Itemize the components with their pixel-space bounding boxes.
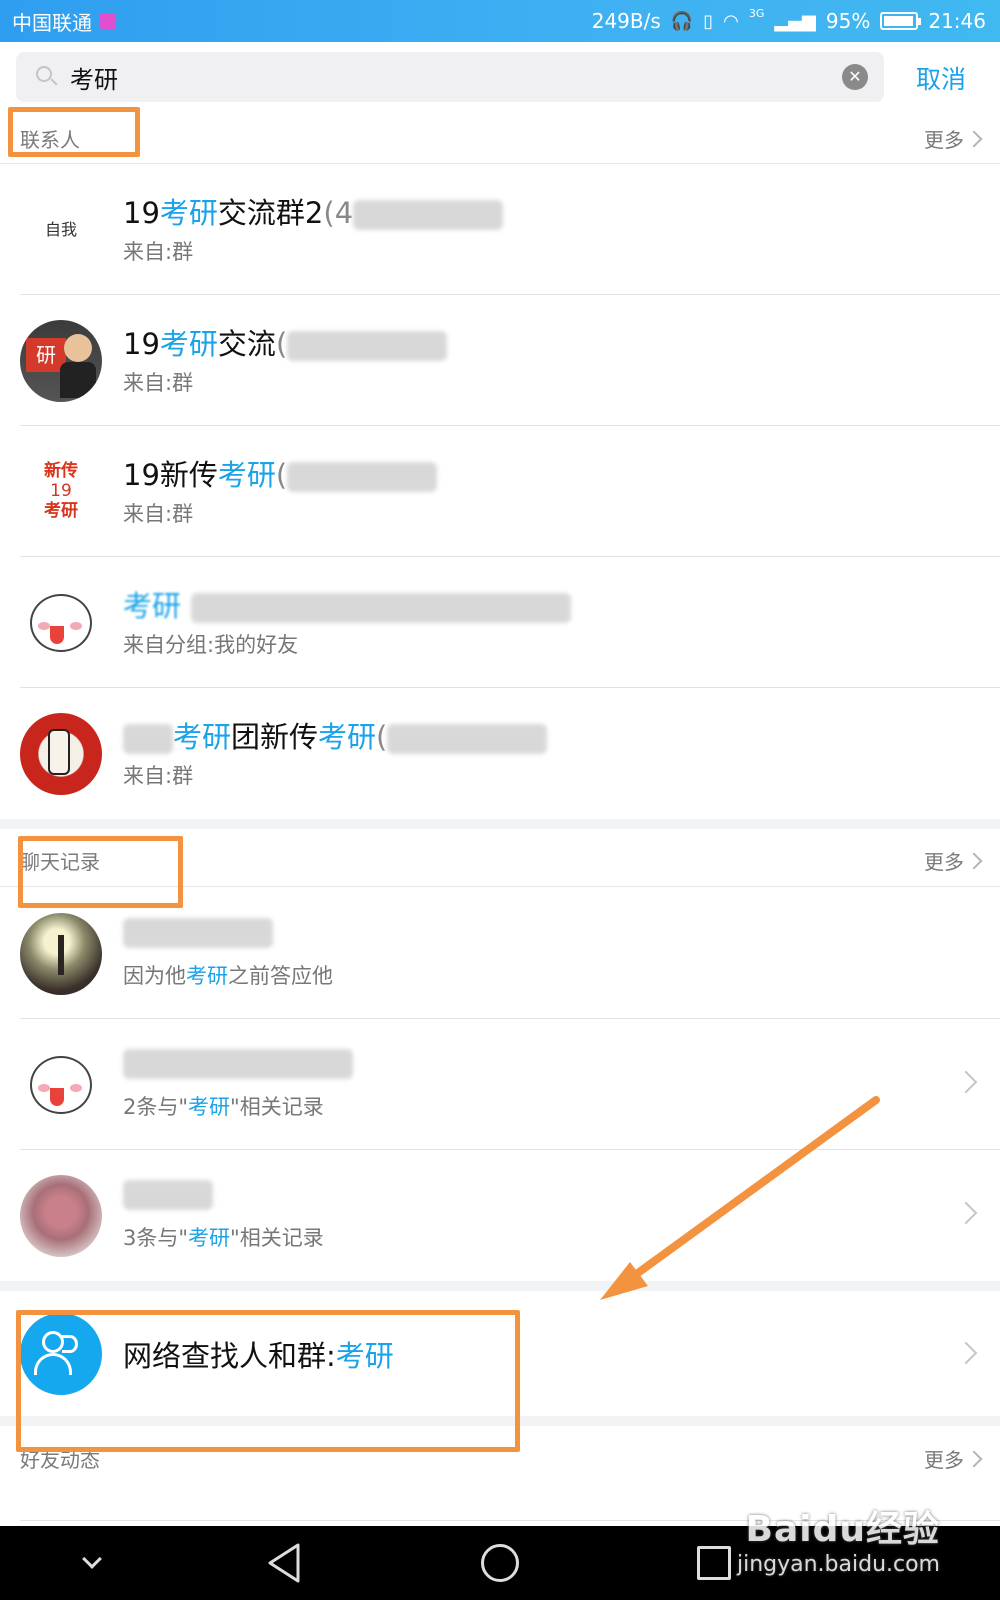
search-input[interactable]	[70, 63, 810, 91]
contact-name: 考研	[123, 583, 572, 625]
recent-apps-button[interactable]	[692, 1526, 736, 1600]
redacted-text	[287, 462, 438, 492]
back-button[interactable]	[262, 1526, 306, 1600]
redacted-text	[353, 200, 504, 230]
chat-snippet: 因为他考研之前答应他	[123, 964, 333, 988]
contact-row[interactable]: 新传 19 考研 19新传考研( 来自:群	[0, 426, 1000, 557]
contact-avatar	[20, 913, 102, 995]
redacted-text	[123, 724, 173, 754]
chat-name	[123, 1045, 353, 1079]
friends-more-link[interactable]: 更多	[924, 1444, 983, 1473]
redacted-text	[123, 1180, 213, 1210]
annotation-arrow	[600, 1096, 880, 1300]
chat-name	[123, 914, 273, 948]
baidu-watermark: Baidu经验 jingyan.baidu.com	[737, 1500, 940, 1577]
contact-source: 来自:群	[123, 240, 194, 264]
chevron-right-icon	[965, 852, 983, 869]
group-avatar: 自我	[20, 189, 102, 271]
contact-name: 考研团新传考研(	[123, 714, 548, 756]
chat-more-link[interactable]: 更多	[924, 846, 983, 875]
wifi-icon: ◠	[723, 10, 739, 32]
carrier-label: 中国联通	[12, 10, 92, 35]
more-label: 更多	[924, 128, 964, 152]
group-avatar	[20, 713, 102, 795]
contact-source: 来自:群	[123, 764, 194, 788]
chevron-right-icon	[954, 1341, 978, 1365]
search-box[interactable]: ✕	[16, 52, 884, 102]
redacted-text	[387, 724, 548, 754]
cancel-button[interactable]: 取消	[916, 60, 966, 96]
clock: 21:46	[928, 9, 986, 33]
battery-icon	[880, 12, 922, 30]
network-type: 3G	[748, 6, 765, 20]
contact-name: 19考研交流(	[123, 321, 448, 363]
chevron-right-icon	[954, 1070, 978, 1094]
chat-snippet: 2条与"考研"相关记录	[123, 1095, 324, 1119]
chevron-right-icon	[965, 1450, 983, 1467]
signal-icon: ▂▄▆	[774, 10, 816, 32]
watermark-brand: Baidu经验	[745, 1509, 940, 1550]
contact-source: 来自分组:我的好友	[123, 633, 299, 657]
more-label: 更多	[924, 850, 964, 874]
contact-avatar	[20, 1175, 102, 1257]
redacted-text	[287, 331, 448, 361]
clear-search-icon[interactable]: ✕	[842, 64, 868, 90]
contacts-section-header: 联系人 更多	[0, 110, 1000, 164]
annotation-box-chat	[18, 836, 183, 908]
watermark-url: jingyan.baidu.com	[736, 1552, 940, 1577]
group-avatar: 新传 19 考研	[20, 451, 102, 533]
friend-avatar	[20, 582, 102, 664]
annotation-box-network-search	[16, 1310, 520, 1452]
annotation-box-contacts	[8, 107, 140, 157]
contacts-more-link[interactable]: 更多	[924, 124, 983, 153]
chevron-right-icon	[965, 130, 983, 147]
chat-snippet: 3条与"考研"相关记录	[123, 1226, 324, 1250]
search-icon	[34, 64, 60, 90]
chevron-right-icon	[954, 1201, 978, 1225]
vibrate-icon: ▯	[703, 10, 714, 32]
status-bar: 中国联通 249B/s 🎧 ▯ ◠ 3G ▂▄▆ 95% 21:46	[0, 0, 1000, 42]
headphones-icon: 🎧	[670, 10, 694, 32]
contact-avatar	[20, 1044, 102, 1126]
battery-percent: 95%	[825, 9, 871, 33]
redacted-text	[191, 593, 572, 623]
contact-row[interactable]: 考研团新传考研( 来自:群	[0, 688, 1000, 819]
contact-source: 来自:群	[123, 502, 194, 526]
contact-source: 来自:群	[123, 371, 194, 395]
net-speed: 249B/s	[591, 9, 661, 33]
image-notification-icon	[100, 13, 116, 29]
search-bar: ✕ 取消	[0, 42, 1000, 110]
chat-name	[123, 1176, 213, 1210]
contact-name: 19考研交流群2(4	[123, 190, 504, 232]
contact-row[interactable]: 自我 19考研交流群2(4 来自:群	[0, 164, 1000, 295]
redacted-text	[123, 918, 273, 948]
contact-name: 19新传考研(	[123, 452, 438, 494]
more-label: 更多	[924, 1448, 964, 1472]
contact-row[interactable]: 研 19考研交流( 来自:群	[0, 295, 1000, 426]
section-gap	[0, 819, 1000, 829]
home-button[interactable]	[478, 1526, 522, 1600]
redacted-text	[123, 1049, 353, 1079]
hide-keyboard-button[interactable]	[70, 1526, 114, 1600]
contact-row[interactable]: 考研 来自分组:我的好友	[0, 557, 1000, 688]
group-avatar: 研	[20, 320, 102, 402]
